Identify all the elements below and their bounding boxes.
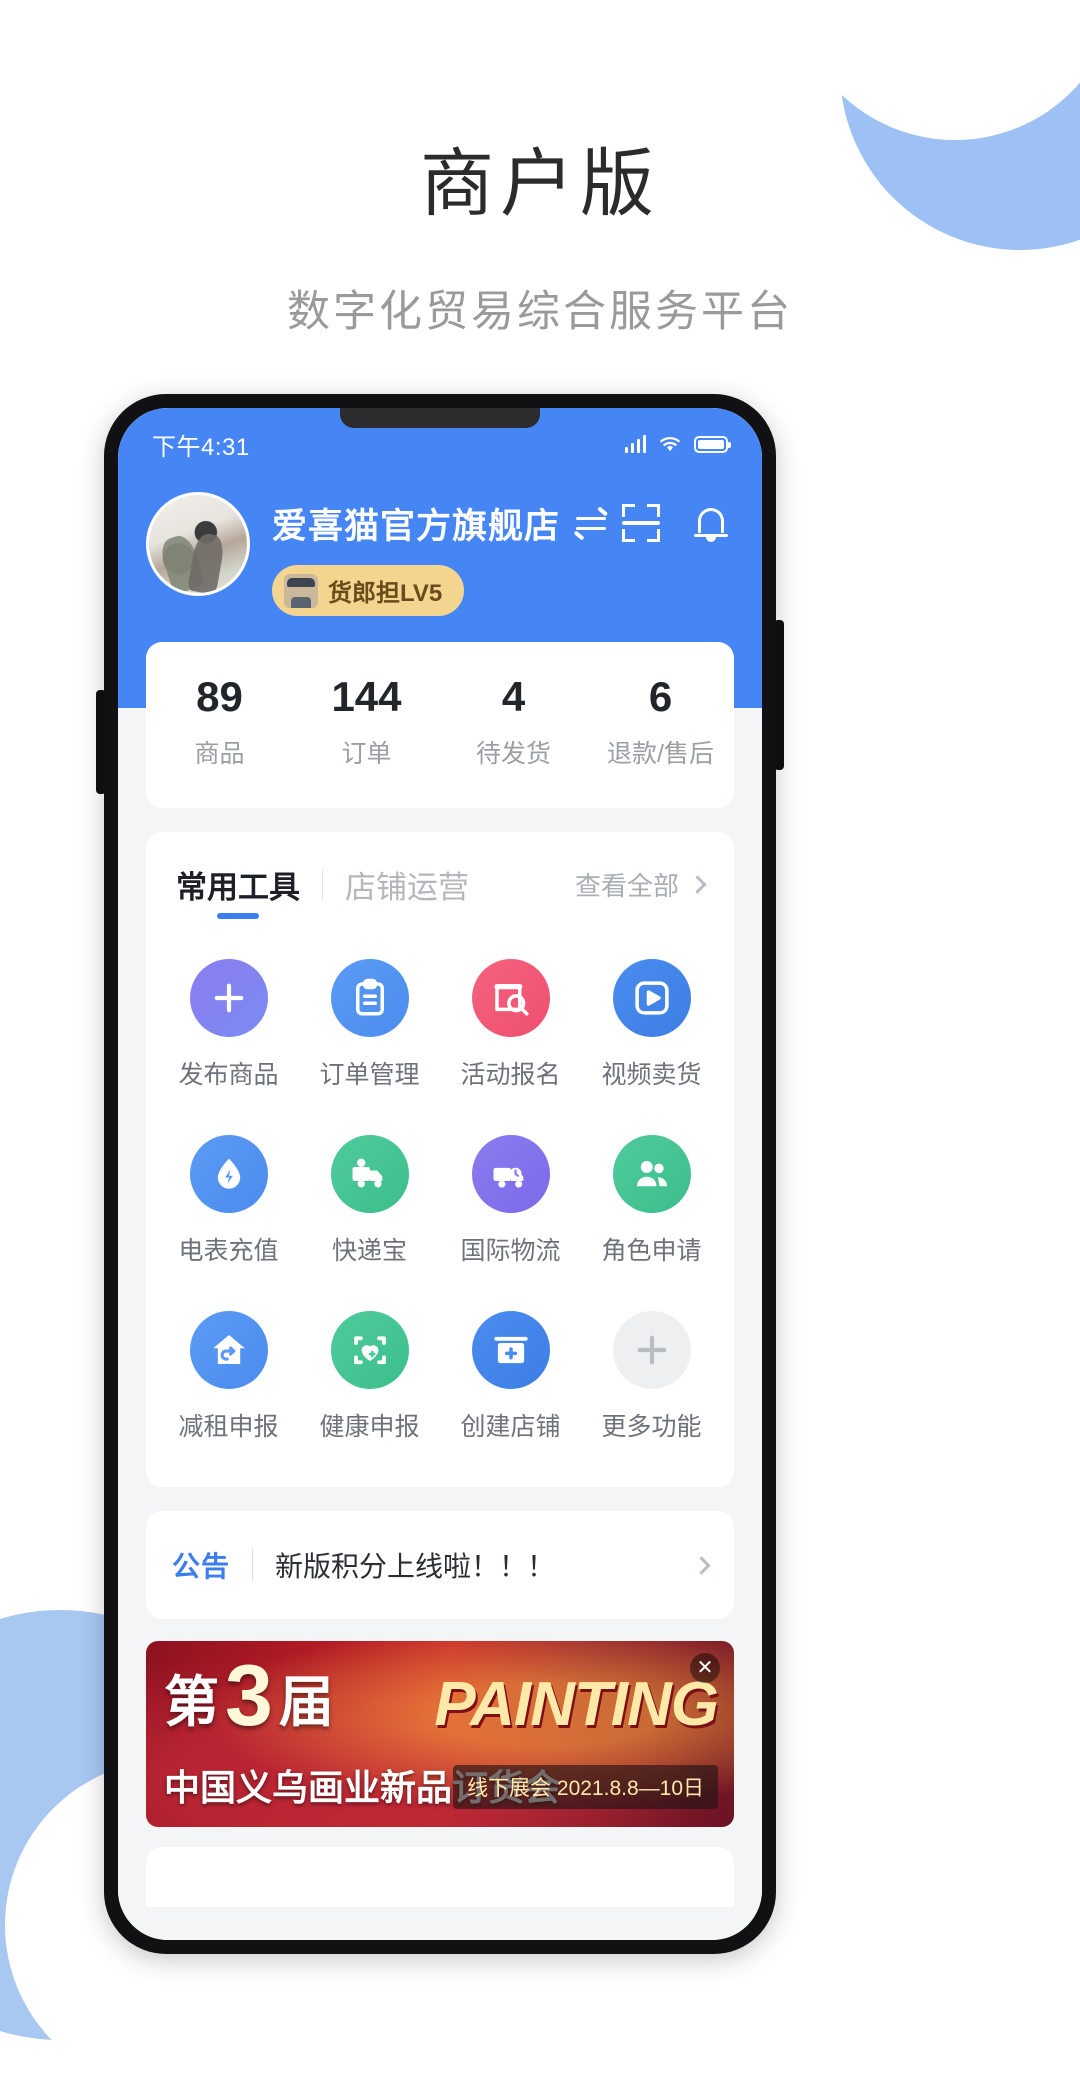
stat-item[interactable]: 6 退款/售后 <box>587 673 734 770</box>
tool-item-label: 快递宝 <box>331 1237 407 1266</box>
stat-value: 6 <box>648 673 673 720</box>
banner-edition-prefix: 第 <box>164 1671 220 1734</box>
play-box-icon <box>612 959 691 1038</box>
tool-item-label: 视频卖货 <box>601 1061 702 1090</box>
announcement-bar[interactable]: 公告 新版积分上线啦！！！ <box>146 1511 734 1620</box>
tool-item-plus[interactable]: 发布商品 <box>158 945 299 1109</box>
promo-banner[interactable]: 第 3 届 PAINTING 中国义乌画业新品订货会 线下展会 2021.8.8… <box>146 1641 734 1828</box>
phone-notch <box>340 408 540 428</box>
banner-edition-suffix: 届 <box>278 1671 334 1734</box>
shop-plus-icon <box>471 1311 550 1390</box>
clipboard-icon <box>330 959 409 1038</box>
merchant-level-avatar-icon <box>284 573 318 608</box>
view-all-label: 查看全部 <box>574 871 679 902</box>
stat-item[interactable]: 4 待发货 <box>440 673 587 770</box>
stat-label: 退款/售后 <box>607 740 714 769</box>
wifi-icon <box>660 437 680 452</box>
tool-item-truck-clock[interactable]: 国际物流 <box>440 1121 581 1285</box>
stat-label: 订单 <box>341 740 392 769</box>
chevron-right-icon <box>688 875 707 894</box>
tool-item-heart-scan[interactable]: 健康申报 <box>299 1297 440 1461</box>
phone-mockup: 下午4:31 爱喜猫官方旗舰店 货郎担LV5 89 商品 144 订单 4 待发… <box>104 394 776 1954</box>
page-heading: 商户版 数字化贸易综合服务平台 <box>0 140 1080 339</box>
droplet-bolt-icon <box>189 1135 268 1214</box>
page-subtitle: 数字化贸易综合服务平台 <box>287 287 793 336</box>
stats-card: 89 商品 144 订单 4 待发货 6 退款/售后 <box>146 642 734 809</box>
doc-search-icon <box>471 959 550 1038</box>
tab-divider <box>322 869 323 900</box>
stat-value: 89 <box>196 673 243 720</box>
tool-item-house-return[interactable]: 减租申报 <box>158 1297 299 1461</box>
tool-item-label: 创建店铺 <box>460 1413 561 1442</box>
chevron-right-icon[interactable] <box>692 1555 711 1575</box>
tool-item-label: 更多功能 <box>601 1413 702 1442</box>
avatar[interactable] <box>146 492 250 596</box>
banner-brand: PAINTING <box>434 1670 719 1740</box>
stat-label: 商品 <box>194 740 245 769</box>
truck-icon <box>330 1135 409 1214</box>
tool-item-clipboard[interactable]: 订单管理 <box>299 945 440 1109</box>
tools-card: 常用工具 店铺运营 查看全部 发布商品 订单管理 活动报名 视频卖货电表充值 快递宝 国际… <box>146 832 734 1488</box>
status-badge[interactable]: 货郎担LV5 <box>272 565 465 616</box>
scan-icon[interactable] <box>622 504 660 542</box>
house-return-icon <box>189 1311 268 1390</box>
signal-bars-icon <box>624 435 646 453</box>
next-card-peek <box>146 1847 734 1908</box>
tab-shop-operations[interactable]: 店铺运营 <box>345 862 469 919</box>
tool-item-label: 电表充值 <box>178 1237 279 1266</box>
stat-item[interactable]: 89 商品 <box>146 673 293 770</box>
status-badge-label: 货郎担LV5 <box>328 580 443 607</box>
tool-item-shop-plus[interactable]: 创建店铺 <box>440 1297 581 1461</box>
store-header: 爱喜猫官方旗舰店 货郎担LV5 <box>118 470 762 616</box>
truck-clock-icon <box>471 1135 550 1214</box>
tool-item-label: 发布商品 <box>178 1061 279 1090</box>
stat-value: 4 <box>501 673 526 720</box>
battery-icon <box>694 435 731 453</box>
tool-item-label: 活动报名 <box>460 1061 561 1090</box>
banner-edition-number: 3 <box>225 1648 273 1745</box>
tab-common-tools[interactable]: 常用工具 <box>176 862 300 919</box>
plus-more-icon <box>612 1311 691 1390</box>
stat-value: 144 <box>331 673 402 720</box>
tool-item-label: 订单管理 <box>319 1061 420 1090</box>
bell-icon[interactable] <box>694 504 728 542</box>
page-title-store-name: 爱喜猫官方旗舰店 <box>272 507 561 546</box>
stat-label: 待发货 <box>475 740 551 769</box>
tools-header: 常用工具 店铺运营 查看全部 <box>146 862 734 919</box>
switch-store-icon[interactable] <box>576 511 610 537</box>
banner-title: 第 3 届 <box>164 1648 334 1745</box>
close-icon[interactable]: ✕ <box>690 1653 720 1684</box>
page-title: 商户版 <box>420 142 660 225</box>
tool-item-label: 国际物流 <box>460 1237 561 1266</box>
tool-item-label: 角色申请 <box>601 1237 702 1266</box>
tool-item-truck[interactable]: 快递宝 <box>299 1121 440 1285</box>
app-screen: 下午4:31 爱喜猫官方旗舰店 货郎担LV5 89 商品 144 订单 4 待发… <box>118 408 762 1940</box>
heart-scan-icon <box>330 1311 409 1390</box>
tool-item-label: 健康申报 <box>319 1413 420 1442</box>
status-time: 下午4:31 <box>152 433 250 461</box>
tools-grid: 发布商品 订单管理 活动报名 视频卖货电表充值 快递宝 国际物流 角色申请减租申报 健康申报 创… <box>146 919 734 1461</box>
users-icon <box>612 1135 691 1214</box>
plus-icon <box>189 959 268 1038</box>
banner-date: 线下展会 2021.8.8—10日 <box>453 1765 718 1810</box>
tool-item-droplet-bolt[interactable]: 电表充值 <box>158 1121 299 1285</box>
tool-item-doc-search[interactable]: 活动报名 <box>440 945 581 1109</box>
announcement-divider <box>252 1548 254 1583</box>
tool-item-play-box[interactable]: 视频卖货 <box>581 945 722 1109</box>
tool-item-plus-more[interactable]: 更多功能 <box>581 1297 722 1461</box>
tool-item-users[interactable]: 角色申请 <box>581 1121 722 1285</box>
announcement-text: 新版积分上线啦！！！ <box>275 1551 556 1583</box>
view-all-button[interactable]: 查看全部 <box>574 866 707 915</box>
announcement-tag: 公告 <box>172 1551 231 1583</box>
stat-item[interactable]: 144 订单 <box>293 673 440 770</box>
tool-item-label: 减租申报 <box>178 1413 279 1442</box>
